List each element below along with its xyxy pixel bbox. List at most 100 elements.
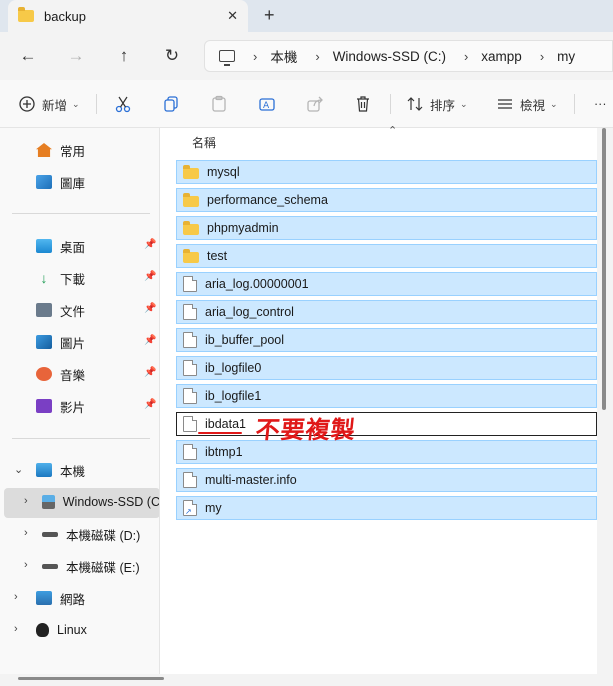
- more-options-button[interactable]: ···: [588, 94, 607, 114]
- sort-ascending-icon: ⌃: [388, 125, 398, 137]
- sidebar-item-drive-c[interactable]: Windows-SSD (C: [42, 488, 159, 516]
- divider: [574, 94, 575, 114]
- sidebar-item-downloads[interactable]: ↓ 下載: [36, 264, 86, 292]
- close-tab-icon[interactable]: ✕: [227, 8, 238, 24]
- horizontal-scrollbar[interactable]: [18, 677, 164, 680]
- gallery-icon: [36, 175, 52, 189]
- chevron-right-icon[interactable]: ›: [24, 527, 28, 539]
- pin-icon[interactable]: 📌: [144, 271, 156, 282]
- rename-button[interactable]: A: [258, 94, 276, 114]
- file-row[interactable]: ib_logfile1: [176, 384, 597, 408]
- more-label: ···: [594, 97, 607, 111]
- tab-backup[interactable]: backup ✕: [8, 0, 248, 32]
- folder-icon: [18, 7, 34, 22]
- file-name: ib_logfile1: [205, 389, 262, 403]
- pin-icon[interactable]: 📌: [144, 399, 156, 410]
- delete-button[interactable]: [354, 94, 372, 114]
- videos-icon: [36, 399, 52, 413]
- sidebar-item-drive-e[interactable]: 本機磁碟 (E:): [42, 552, 140, 580]
- view-button[interactable]: 檢視 ⌄: [496, 94, 558, 114]
- address-bar[interactable]: › 本機 › Windows-SSD (C:) › xampp › my: [204, 40, 613, 72]
- breadcrumb-this-pc[interactable]: 本機: [270, 46, 297, 66]
- copy-button[interactable]: [162, 94, 180, 114]
- vertical-scrollbar[interactable]: [602, 128, 606, 410]
- file-row[interactable]: aria_log.00000001: [176, 272, 597, 296]
- chevron-right-icon[interactable]: ›: [24, 495, 28, 507]
- desktop-icon: [36, 239, 52, 253]
- file-row[interactable]: mysql: [176, 160, 597, 184]
- linux-icon: [36, 623, 49, 637]
- sidebar-item-drive-d[interactable]: 本機磁碟 (D:): [42, 520, 140, 548]
- this-pc-icon: [36, 463, 52, 477]
- sidebar-item-videos[interactable]: 影片: [36, 392, 85, 420]
- file-icon: [183, 388, 197, 404]
- shortcut-icon: [183, 500, 197, 516]
- sidebar-item-label: 網路: [60, 592, 86, 607]
- annotation-text: 不要複製: [254, 415, 358, 444]
- trash-icon: [357, 96, 369, 112]
- file-row[interactable]: performance_schema: [176, 188, 597, 212]
- file-name: aria_log_control: [205, 305, 294, 319]
- rename-icon: A: [259, 98, 275, 111]
- sidebar-item-gallery[interactable]: 圖庫: [36, 168, 85, 196]
- chevron-down-icon[interactable]: ⌄: [14, 463, 23, 476]
- cut-button[interactable]: [114, 94, 132, 114]
- sidebar-item-home[interactable]: 常用: [36, 136, 85, 164]
- file-name: ib_logfile0: [205, 361, 262, 375]
- file-icon: [183, 444, 197, 460]
- sidebar-item-music[interactable]: 音樂: [36, 360, 85, 388]
- breadcrumb-xampp[interactable]: xampp: [481, 49, 522, 64]
- chevron-right-icon[interactable]: ›: [14, 623, 18, 635]
- file-row[interactable]: phpmyadmin: [176, 216, 597, 240]
- file-row[interactable]: test: [176, 244, 597, 268]
- sidebar-item-label: 本機磁碟 (E:): [66, 560, 140, 575]
- sidebar-item-this-pc[interactable]: 本機: [36, 456, 85, 484]
- share-button[interactable]: [306, 94, 324, 114]
- new-tab-button[interactable]: +: [264, 5, 275, 26]
- file-row[interactable]: my: [176, 496, 597, 520]
- sidebar-item-label: 圖片: [60, 336, 86, 351]
- sidebar-item-label: 下載: [60, 272, 86, 287]
- pictures-icon: [36, 335, 52, 349]
- sort-button[interactable]: 排序 ⌄: [406, 94, 468, 114]
- file-row[interactable]: aria_log_control: [176, 300, 597, 324]
- file-list: ⌃ 名稱 mysql performance_schema phpmyadmin…: [160, 125, 597, 674]
- file-row[interactable]: ibtmp1: [176, 440, 597, 464]
- back-button[interactable]: ←: [16, 44, 40, 68]
- paste-button[interactable]: [210, 94, 228, 114]
- breadcrumb-drive-c[interactable]: Windows-SSD (C:): [333, 49, 446, 64]
- sidebar-item-label: 文件: [60, 304, 86, 319]
- chevron-right-icon[interactable]: ›: [24, 559, 28, 571]
- breadcrumb-my[interactable]: my: [557, 49, 575, 64]
- pin-icon[interactable]: 📌: [144, 335, 156, 346]
- drive-icon: [42, 563, 58, 569]
- view-list-icon: [498, 99, 512, 109]
- file-icon: [183, 472, 197, 488]
- divider: [12, 213, 150, 214]
- sidebar-item-label: 桌面: [60, 240, 86, 255]
- file-name: aria_log.00000001: [205, 277, 309, 291]
- refresh-button[interactable]: ↻: [160, 44, 184, 68]
- chevron-right-icon[interactable]: ›: [14, 591, 18, 603]
- sidebar-item-desktop[interactable]: 桌面: [36, 232, 85, 260]
- file-row[interactable]: multi-master.info: [176, 468, 597, 492]
- pin-icon[interactable]: 📌: [144, 367, 156, 378]
- sidebar-item-documents[interactable]: 文件: [36, 296, 85, 324]
- folder-icon: [183, 249, 199, 263]
- pin-icon[interactable]: 📌: [144, 303, 156, 314]
- sidebar-item-network[interactable]: 網路: [36, 584, 85, 612]
- sidebar-item-linux[interactable]: Linux: [36, 616, 87, 644]
- new-button[interactable]: 新增 ⌄: [18, 94, 80, 114]
- scissors-icon: [115, 96, 131, 113]
- documents-icon: [36, 303, 52, 317]
- column-header-name[interactable]: 名稱: [192, 134, 216, 151]
- forward-button[interactable]: →: [64, 44, 88, 68]
- pin-icon[interactable]: 📌: [144, 239, 156, 250]
- sidebar-item-label: 影片: [60, 400, 86, 415]
- sidebar-item-pictures[interactable]: 圖片: [36, 328, 85, 356]
- paste-icon: [212, 95, 226, 112]
- up-button[interactable]: ↑: [112, 44, 136, 68]
- file-name: ibdata1: [205, 417, 247, 431]
- file-row[interactable]: ib_logfile0: [176, 356, 597, 380]
- file-row[interactable]: ib_buffer_pool: [176, 328, 597, 352]
